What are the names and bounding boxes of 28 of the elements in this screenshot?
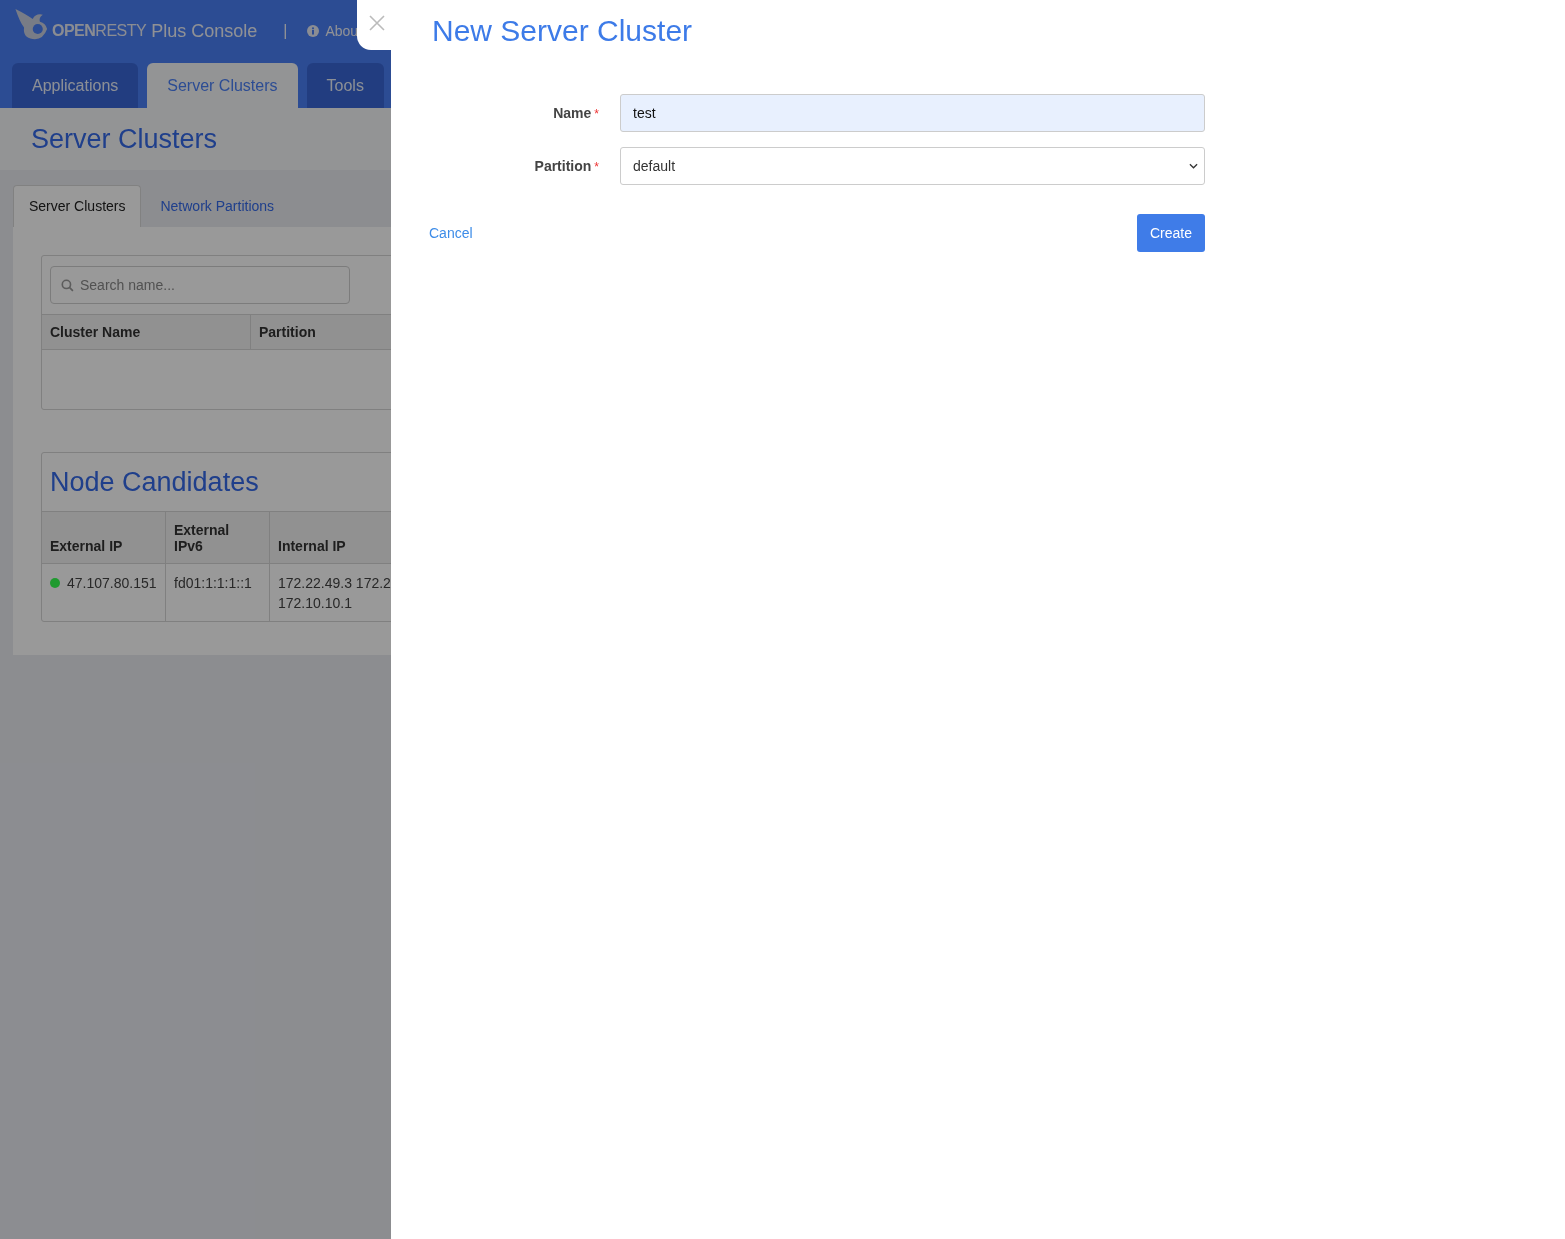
cancel-link[interactable]: Cancel xyxy=(429,225,473,241)
column-header: External IP xyxy=(42,511,166,564)
search-field[interactable]: Search name... xyxy=(50,266,350,304)
name-field[interactable]: test xyxy=(620,94,1205,132)
field-label: Name xyxy=(553,105,592,121)
sub-tab[interactable]: Network Partitions xyxy=(141,186,294,227)
required-mark: * xyxy=(594,107,599,121)
column-header: External IPv6 xyxy=(165,511,270,564)
field-label: Partition xyxy=(534,158,592,174)
drawer-title: New Server Cluster xyxy=(432,14,694,49)
column-header: Internal IP xyxy=(269,511,391,564)
create-button[interactable]: Create xyxy=(1136,214,1205,252)
section-title: Node Candidates xyxy=(50,466,259,498)
column-header: Partition xyxy=(250,314,391,350)
column-header: Cluster Name xyxy=(42,314,251,350)
about-link[interactable]: Abou xyxy=(307,23,359,39)
sub-tab[interactable]: Server Clusters xyxy=(13,185,142,227)
ip-text: 47.107.80.151 xyxy=(67,575,157,591)
nav-tab[interactable]: Tools xyxy=(306,63,384,108)
nav-tab[interactable]: Applications xyxy=(12,63,139,108)
separator: | xyxy=(283,22,288,40)
nav-tab[interactable]: Server Clusters xyxy=(147,63,298,108)
partition-dropdown[interactable]: default xyxy=(620,147,1205,185)
page-title: Server Clusters xyxy=(31,123,218,155)
required-mark: * xyxy=(594,160,599,174)
product-name: Plus Console xyxy=(151,20,258,42)
logo-text: OPENRESTY xyxy=(52,22,147,40)
table-cell: fd01:1:1:1::1 xyxy=(165,563,270,621)
